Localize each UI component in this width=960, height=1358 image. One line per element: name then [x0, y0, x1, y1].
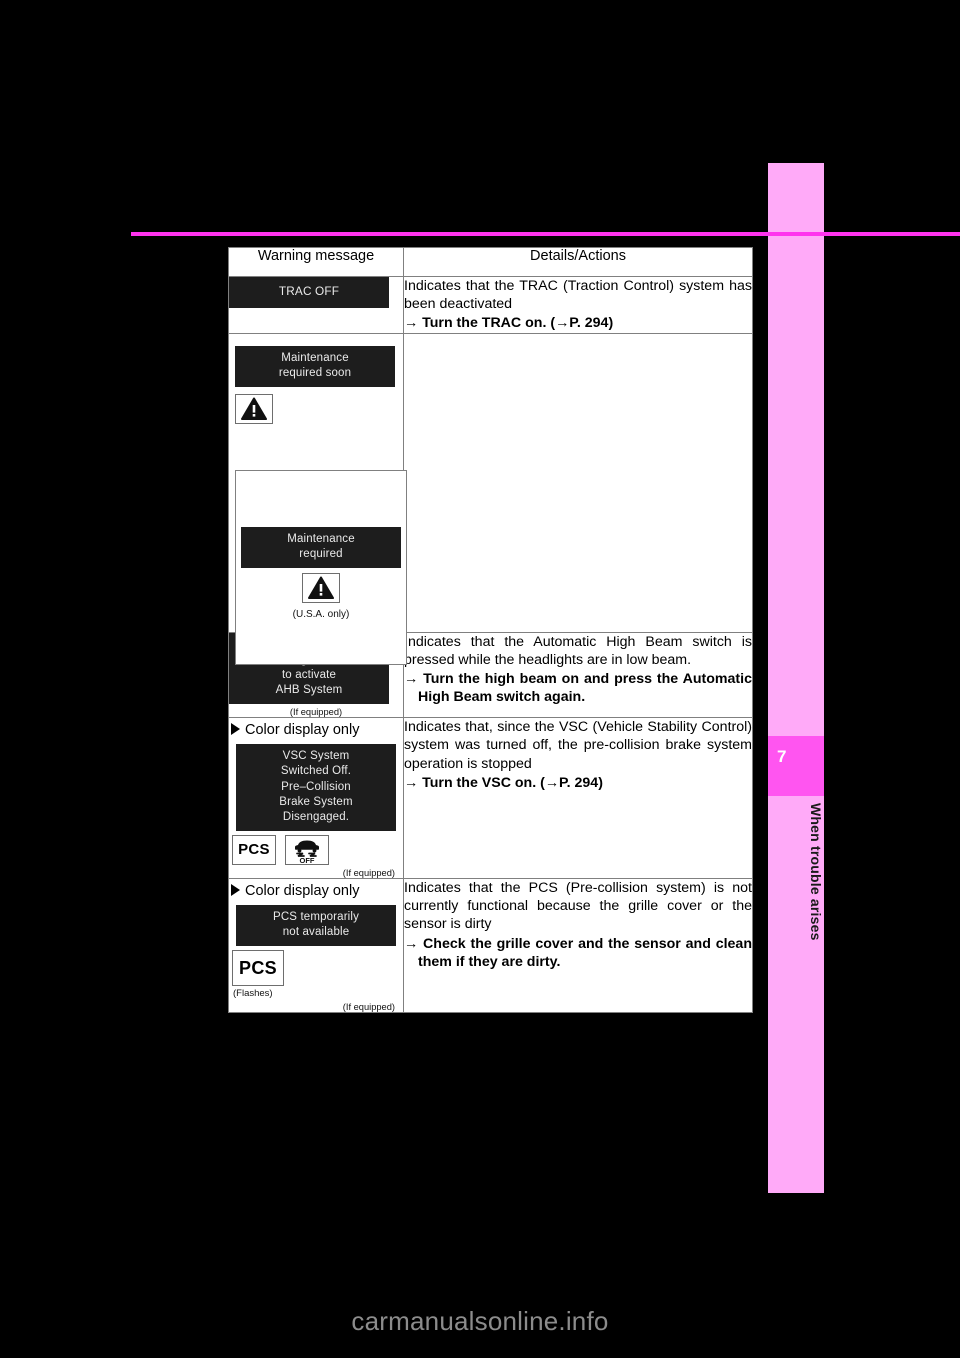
display-image-trac-off: TRAC OFF — [229, 277, 389, 308]
warning-triangle-icon — [235, 393, 273, 424]
display-line: Switched Off. — [280, 765, 352, 778]
if-equipped-caption: (If equipped) — [342, 868, 395, 879]
display-line: Pre–Collision — [281, 780, 351, 793]
color-display-only-label: Color display only — [229, 879, 403, 902]
cell-details-pcs-unavailable: Indicates that the PCS (Pre-collision sy… — [403, 878, 753, 1014]
chapter-tab: 7 — [768, 736, 824, 796]
display-line: not available — [282, 926, 350, 939]
display-line: Maintenance — [281, 351, 349, 364]
cell-details-ahb: Indicates that the Automatic High Beam s… — [403, 631, 753, 719]
indicator-row: PCS — [229, 950, 403, 987]
display-line: AHB System — [275, 684, 343, 697]
display-line: Brake System — [279, 795, 353, 808]
svg-text:OFF: OFF — [300, 856, 315, 864]
display-line: to activate — [281, 668, 337, 681]
site-watermark: carmanualsonline.info — [351, 1306, 609, 1336]
details-text: Indicates that the TRAC (Traction Contro… — [404, 278, 752, 313]
usa-only-panel: Maintenance required (U.S.A. only) — [235, 469, 407, 666]
warning-triangle-glyph — [308, 576, 334, 600]
chapter-title: When trouble arises — [808, 803, 824, 941]
display-line: Maintenance — [287, 532, 355, 545]
warning-message-table: Warning message Details/Actions TRAC OFF… — [228, 247, 753, 1014]
display-line: required soon — [278, 366, 352, 379]
display-image-maintenance-required: Maintenance required — [241, 526, 401, 569]
details-text: Indicates that, since the VSC (Vehicle S… — [404, 719, 752, 772]
column-header-warning-message: Warning message — [228, 247, 404, 277]
display-image-pcs-unavailable: PCS temporarily not available — [236, 905, 396, 947]
warning-triangle-glyph — [241, 397, 267, 420]
triangle-bullet-icon — [231, 723, 240, 736]
table-row: TRAC OFF Indicates that the TRAC (Tracti… — [228, 276, 753, 334]
cell-details-maintenance — [403, 332, 753, 633]
warning-triangle-icon — [302, 573, 340, 604]
display-image-vsc-off: VSC System Switched Off. Pre–Collision B… — [236, 744, 396, 832]
action-text: → Turn the high beam on and press the Au… — [404, 670, 752, 706]
cell-display-pcs-unavailable: Color display only PCS temporarily not a… — [228, 878, 404, 1014]
table-row: Color display only PCS temporarily not a… — [228, 878, 753, 1014]
display-image-maintenance-required-soon: Maintenance required soon — [235, 345, 395, 387]
if-equipped-caption: (If equipped) — [342, 1002, 395, 1013]
table-header-row: Warning message Details/Actions — [228, 247, 753, 277]
details-text: Indicates that the Automatic High Beam s… — [404, 633, 752, 668]
usa-only-note: (U.S.A. only) — [292, 609, 350, 621]
cell-display-vsc-off: Color display only VSC System Switched O… — [228, 717, 404, 880]
indicator-row: PCS OFF — [229, 835, 403, 866]
table-row: Maintenance required soon Maintenance re… — [228, 332, 753, 666]
chapter-sidebar: 7 When trouble arises — [768, 163, 824, 1193]
details-text: Indicates that the PCS (Pre-collision sy… — [404, 880, 752, 933]
cell-display-trac-off: TRAC OFF — [228, 276, 404, 334]
action-text: → Turn the TRAC on. (→P. 294) — [404, 315, 614, 332]
color-display-only-label: Color display only — [229, 718, 403, 741]
triangle-bullet-icon — [231, 884, 240, 897]
vsc-off-indicator-icon: OFF — [285, 835, 330, 866]
vsc-off-glyph: OFF — [295, 840, 320, 865]
display-line: VSC System — [282, 750, 350, 763]
if-equipped-caption: (If equipped) — [289, 707, 343, 718]
column-header-details-actions: Details/Actions — [403, 247, 753, 277]
pcs-indicator-icon: PCS — [232, 835, 276, 866]
cell-details-vsc-off: Indicates that, since the VSC (Vehicle S… — [403, 717, 753, 880]
display-line: required — [299, 548, 343, 561]
pcs-indicator-icon: PCS — [232, 950, 284, 987]
display-line: PCS temporarily — [273, 911, 359, 924]
cell-display-maintenance: Maintenance required soon Maintenance re… — [228, 332, 407, 666]
action-text: → Check the grille cover and the sensor … — [404, 935, 752, 970]
table-row: Color display only VSC System Switched O… — [228, 717, 753, 880]
display-line: Disengaged. — [282, 810, 350, 823]
header-rule — [131, 232, 960, 236]
flashes-note: (Flashes) — [233, 988, 273, 1000]
display-line: TRAC OFF — [278, 284, 340, 298]
action-text: → Turn the VSC on. (→P. 294) — [404, 774, 603, 791]
cell-details-trac-off: Indicates that the TRAC (Traction Contro… — [403, 276, 753, 334]
chapter-number: 7 — [777, 747, 787, 766]
